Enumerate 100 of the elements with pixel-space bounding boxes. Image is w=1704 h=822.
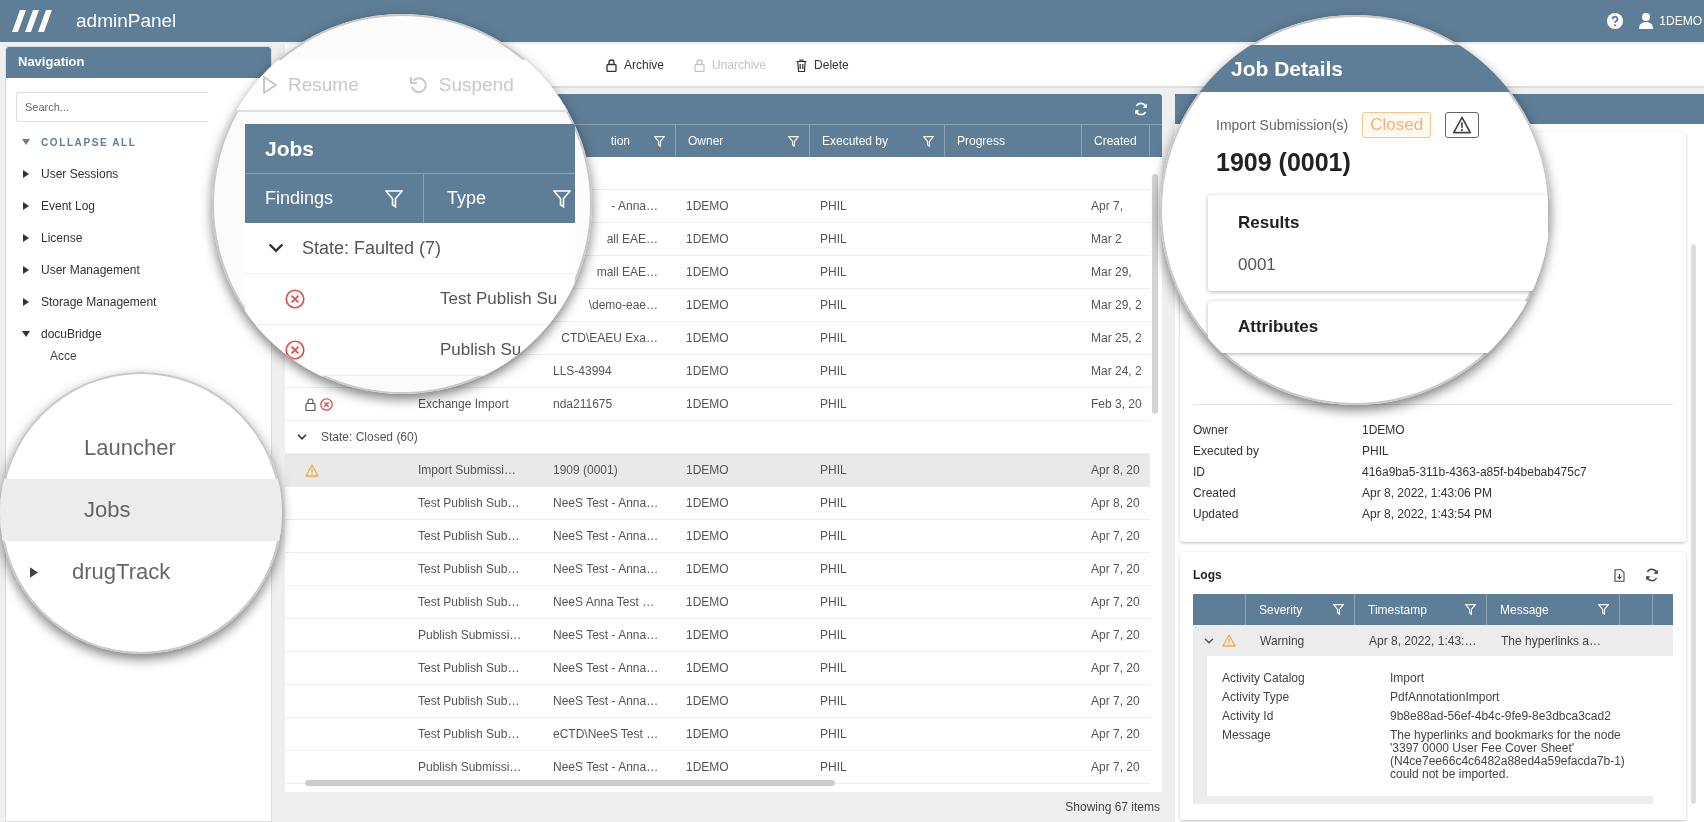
table-cell: 1DEMO (686, 265, 729, 279)
help-icon[interactable] (1607, 13, 1624, 29)
user-name[interactable]: 1DEMO (1659, 14, 1702, 28)
table-cell: Apr 8, 2022, 1:43:… (1369, 633, 1477, 648)
filter-icon[interactable] (1465, 604, 1476, 615)
table-cell: Exchange Import (418, 397, 509, 411)
table-cell: 1DEMO (686, 364, 729, 378)
table-cell: PHIL (820, 199, 847, 213)
table-cell: 1DEMO (686, 199, 729, 213)
logs-title: Logs (1193, 568, 1222, 582)
search-field[interactable]: Search... (16, 92, 208, 122)
attribute-label: Executed by (1193, 443, 1261, 458)
table-cell: - Anna… (611, 199, 658, 213)
table-cell: Mar 24, 2 (1091, 364, 1142, 378)
table-cell: 1DEMO (686, 397, 729, 411)
detail-value: 9b8e88ad-56ef-4b4c-9fe9-8e3dbca3cad2 (1390, 710, 1612, 723)
table-row[interactable]: Test Publish Sub… NeeS Test - Anna… 1DEMO PHIL Apr 7, 20 (285, 652, 1150, 685)
horizontal-scrollbar[interactable] (305, 780, 835, 786)
user-icon[interactable] (1639, 13, 1654, 29)
column-header[interactable]: Progress (957, 134, 1006, 148)
refresh-icon[interactable] (1645, 568, 1659, 582)
column-header[interactable]: Type (424, 174, 575, 223)
filter-icon[interactable] (923, 135, 934, 147)
table-row[interactable]: Test Publish Sub… NeeS Test - Anna… 1DEMO PHIL Apr 8, 20 (285, 487, 1150, 520)
attribute-value: PHIL (1362, 443, 1389, 458)
nav-item[interactable]: License (6, 230, 83, 246)
column-header[interactable]: Findings (245, 174, 424, 223)
table-row[interactable]: Import Submissi… 1909 (0001) 1DEMO PHIL Apr 8, 20 (285, 454, 1150, 487)
vertical-scrollbar[interactable] (1152, 174, 1158, 414)
attribute-label: Owner (1193, 422, 1230, 437)
lock-button[interactable]: Archive (602, 56, 668, 74)
export-file-icon[interactable] (1614, 568, 1625, 582)
table-cell: Feb 3, 20 (1091, 397, 1142, 411)
logo-icon (12, 10, 54, 32)
nav-item[interactable]: Jobs (0, 479, 282, 541)
collapse-all-button[interactable]: COLLAPSE ALL (6, 134, 137, 150)
column-header[interactable]: tion (610, 134, 665, 148)
table-cell: PHIL (820, 331, 847, 345)
table-row[interactable]: Test Publish Sub… NeeS Test - Anna… 1DEMO PHIL Apr 7, 20 (285, 520, 1150, 553)
caret-icon (22, 139, 30, 145)
table-cell: Warning (1260, 633, 1305, 648)
table-row[interactable]: Test Publish Sub… eCTD\NeeS Test … 1DEMO PHIL Apr 7, 20 (285, 718, 1150, 751)
navigation-header: Navigation (6, 47, 271, 78)
nav-item[interactable]: drugTrack (0, 541, 282, 603)
attribute-value: Apr 8, 2022, 1:43:06 PM (1362, 485, 1493, 500)
table-cell: Test Publish Su (440, 289, 558, 309)
table-row[interactable]: Test Publish Sub… NeeS Test - Anna… 1DEMO PHIL Apr 7, 20 (285, 685, 1150, 718)
table-cell: Mar 29, 2 (1091, 298, 1142, 312)
nav-item[interactable]: User Management (6, 262, 140, 278)
filter-icon[interactable] (654, 135, 665, 147)
table-cell: 1DEMO (686, 232, 729, 246)
table-cell: PHIL (820, 232, 847, 246)
table-cell: The hyperlinks a… (1501, 633, 1602, 648)
column-header[interactable]: Owner (688, 134, 799, 148)
filter-icon[interactable] (1598, 604, 1609, 615)
detail-label: Message (1222, 729, 1272, 742)
attribute-value: 1DEMO (1362, 422, 1405, 437)
attribute-label: Created (1193, 485, 1237, 500)
table-row[interactable]: Publish Submissi… NeeS Test - Anna… 1DEMO PHIL Apr 7, 20 (285, 619, 1150, 652)
attribute-label: ID (1193, 464, 1206, 479)
app-title: adminPanel (76, 10, 177, 32)
detail-label: Activity Type (1222, 691, 1291, 704)
job-name: 1909 (0001) (1216, 148, 1352, 177)
table-cell: Apr 7, (1091, 199, 1123, 213)
log-row[interactable]: Warning Apr 8, 2022, 1:43:… The hyperlinks a… (1193, 625, 1673, 656)
table-cell: Publish Su (440, 340, 522, 360)
column-header[interactable]: Executed by (822, 134, 934, 148)
jobs-panel-title: Jobs (245, 124, 575, 173)
table-cell: Mar 2 (1091, 232, 1122, 246)
detail-value: PdfAnnotationImport (1390, 691, 1501, 704)
vertical-scrollbar[interactable] (1691, 244, 1696, 804)
table-row[interactable]: Test Publish Sub… NeeS Anna Test … 1DEMO PHIL Apr 7, 20 (285, 586, 1150, 619)
result-item[interactable]: 0001 (1238, 255, 1276, 275)
filter-icon[interactable] (553, 189, 571, 208)
table-cell: Mar 29, (1091, 265, 1132, 279)
table-cell: LLS-43994 (553, 364, 612, 378)
chevron-icon[interactable] (1204, 637, 1214, 644)
job-type: Import Submission(s) (1216, 117, 1349, 133)
group-row[interactable]: State: Faulted (7) (268, 237, 442, 259)
filter-icon[interactable] (385, 189, 403, 208)
delete-button[interactable]: Delete (792, 56, 853, 74)
attribute-value: Apr 8, 2022, 1:43:54 PM (1362, 506, 1493, 521)
nav-item[interactable]: Launcher (0, 417, 282, 479)
table-cell: CTD\EAEU Exa… (561, 331, 658, 345)
nav-item[interactable]: Storage Management (6, 294, 157, 310)
item-count: Showing 67 items (1065, 800, 1160, 814)
table-row[interactable]: Test Publish Sub… NeeS Test - Anna… 1DEMO PHIL Apr 7, 20 (285, 553, 1150, 586)
nav-item[interactable]: Acce (50, 350, 77, 363)
nav-item[interactable]: Event Log (6, 198, 96, 214)
nav-item[interactable]: docuBridge (6, 326, 102, 342)
attributes-title: Attributes (1238, 317, 1320, 337)
filter-icon[interactable] (788, 135, 799, 147)
results-title: Results (1238, 213, 1301, 233)
detail-label: Activity Id (1222, 710, 1275, 723)
table-cell: mall EAE… (596, 265, 658, 279)
column-header[interactable]: Created (1094, 134, 1137, 148)
table-cell: nda211675 (553, 397, 613, 411)
filter-icon[interactable] (1333, 604, 1344, 615)
table-cell: PHIL (820, 364, 847, 378)
nav-item[interactable]: User Sessions (6, 166, 119, 182)
